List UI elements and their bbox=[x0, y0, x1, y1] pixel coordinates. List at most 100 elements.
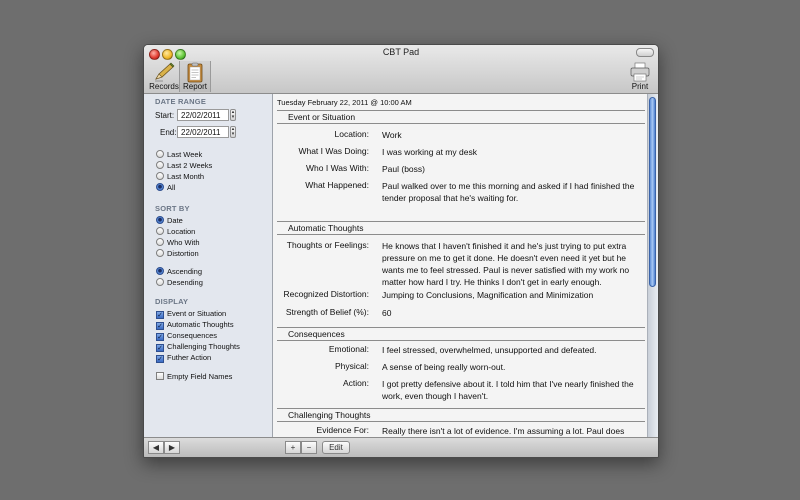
divider bbox=[277, 340, 645, 341]
plus-icon: + bbox=[290, 443, 296, 452]
add-record-button[interactable]: + bbox=[285, 441, 301, 454]
checkbox-icon bbox=[156, 372, 164, 380]
print-button[interactable]: Print bbox=[624, 61, 656, 92]
emotional-label: Emotional: bbox=[328, 344, 369, 354]
report-label: Report bbox=[182, 82, 207, 91]
action-value: I got pretty defensive about it. I told … bbox=[382, 379, 634, 401]
report-button[interactable]: Report bbox=[179, 61, 211, 92]
arrow-right-icon: ▶ bbox=[168, 443, 176, 452]
distortion-label: Recognized Distortion: bbox=[283, 289, 369, 299]
window-title: CBT Pad bbox=[382, 47, 420, 57]
divider bbox=[277, 123, 645, 124]
location-value: Work bbox=[382, 130, 402, 140]
divider bbox=[277, 110, 645, 111]
arrow-left-icon: ◀ bbox=[152, 443, 160, 452]
order-descending-radio[interactable]: Desending bbox=[156, 277, 203, 288]
radio-icon bbox=[156, 150, 164, 158]
scrollbar-thumb[interactable] bbox=[649, 97, 656, 287]
title-bar: CBT Pad Records Report Print bbox=[144, 45, 658, 94]
next-record-button[interactable]: ▶ bbox=[164, 441, 180, 454]
sort-location-radio[interactable]: Location bbox=[156, 226, 195, 237]
start-date-stepper[interactable]: ▴ ▾ bbox=[230, 109, 236, 121]
radio-selected-icon bbox=[156, 267, 164, 275]
empty-field-names-checkbox[interactable]: Empty Field Names bbox=[156, 371, 232, 382]
action-label: Action: bbox=[343, 378, 369, 388]
display-consequences-checkbox[interactable]: ✓ Consequences bbox=[156, 330, 217, 341]
sort-date-radio[interactable]: Date bbox=[156, 215, 183, 226]
records-label: Records bbox=[149, 82, 179, 91]
checkmark-icon: ✓ bbox=[156, 333, 164, 341]
radio-icon bbox=[156, 278, 164, 286]
display-challenging-thoughts-checkbox[interactable]: ✓ Challenging Thoughts bbox=[156, 341, 240, 352]
sort-by-heading: SORT BY bbox=[155, 204, 190, 213]
automatic-thoughts-heading: Automatic Thoughts bbox=[288, 223, 364, 233]
minus-icon: − bbox=[306, 443, 312, 452]
physical-value: A sense of being really worn-out. bbox=[382, 362, 506, 372]
bottom-bar: ◀ ▶ + − Edit bbox=[144, 437, 658, 457]
checkmark-icon: ✓ bbox=[156, 322, 164, 330]
radio-icon bbox=[156, 227, 164, 235]
radio-selected-icon bbox=[156, 216, 164, 224]
app-window: CBT Pad Records Report Print DATE RANGE … bbox=[143, 44, 659, 458]
order-ascending-radio[interactable]: Ascending bbox=[156, 266, 202, 277]
previous-record-button[interactable]: ◀ bbox=[148, 441, 164, 454]
thoughts-value: He knows that I haven't finished it and … bbox=[382, 241, 630, 287]
what-happened-value: Paul walked over to me this morning and … bbox=[382, 181, 635, 203]
end-date-field[interactable]: 22/02/2011 bbox=[177, 126, 229, 138]
what-doing-label: What I Was Doing: bbox=[298, 146, 369, 156]
divider bbox=[277, 221, 645, 222]
vertical-scrollbar[interactable] bbox=[647, 94, 658, 437]
challenging-thoughts-heading: Challenging Thoughts bbox=[288, 410, 371, 420]
location-label: Location: bbox=[334, 129, 370, 139]
belief-strength-value: 60 bbox=[382, 308, 392, 318]
record-date: Tuesday February 22, 2011 @ 10:00 AM bbox=[277, 98, 412, 107]
display-heading: DISPLAY bbox=[155, 297, 189, 306]
radio-icon bbox=[156, 238, 164, 246]
divider bbox=[277, 421, 645, 422]
range-last-2-weeks-radio[interactable]: Last 2 Weeks bbox=[156, 160, 212, 171]
sort-who-with-radio[interactable]: Who With bbox=[156, 237, 200, 248]
who-with-label: Who I Was With: bbox=[306, 163, 369, 173]
divider bbox=[277, 408, 645, 409]
physical-label: Physical: bbox=[334, 361, 369, 371]
toolbar-toggle-button[interactable] bbox=[636, 48, 654, 57]
date-range-heading: DATE RANGE bbox=[155, 97, 207, 106]
range-last-week-radio[interactable]: Last Week bbox=[156, 149, 202, 160]
remove-record-button[interactable]: − bbox=[301, 441, 317, 454]
range-last-month-radio[interactable]: Last Month bbox=[156, 171, 204, 182]
divider bbox=[277, 327, 645, 328]
checkmark-icon: ✓ bbox=[156, 344, 164, 352]
radio-icon bbox=[156, 249, 164, 257]
radio-icon bbox=[156, 172, 164, 180]
distortion-value: Jumping to Conclusions, Magnification an… bbox=[382, 290, 594, 300]
what-doing-value: I was working at my desk bbox=[382, 147, 477, 157]
records-button[interactable]: Records bbox=[148, 61, 180, 92]
start-label: Start: bbox=[155, 111, 175, 120]
print-label: Print bbox=[631, 82, 649, 91]
pencil-icon bbox=[155, 62, 175, 82]
clipboard-icon bbox=[187, 62, 203, 83]
record-view: Tuesday February 22, 2011 @ 10:00 AM Eve… bbox=[273, 94, 658, 437]
end-label: End: bbox=[160, 128, 177, 137]
checkmark-icon: ✓ bbox=[156, 355, 164, 363]
evidence-for-value: Really there isn't a lot of evidence. I'… bbox=[382, 426, 625, 436]
divider bbox=[277, 234, 645, 235]
sort-distortion-radio[interactable]: Distortion bbox=[156, 248, 199, 259]
who-with-value: Paul (boss) bbox=[382, 164, 425, 174]
event-heading: Event or Situation bbox=[288, 112, 356, 122]
emotional-value: I feel stressed, overwhelmed, unsupporte… bbox=[382, 345, 597, 355]
radio-selected-icon bbox=[156, 183, 164, 191]
display-event-checkbox[interactable]: ✓ Event or Situation bbox=[156, 308, 226, 319]
display-automatic-thoughts-checkbox[interactable]: ✓ Automatic Thoughts bbox=[156, 319, 234, 330]
display-further-action-checkbox[interactable]: ✓ Futher Action bbox=[156, 352, 211, 363]
edit-button[interactable]: Edit bbox=[322, 441, 350, 454]
belief-strength-label: Strength of Belief (%): bbox=[285, 307, 369, 317]
consequences-heading: Consequences bbox=[288, 329, 345, 339]
thoughts-label: Thoughts or Feelings: bbox=[286, 240, 369, 250]
end-date-stepper[interactable]: ▴ ▾ bbox=[230, 126, 236, 138]
start-date-field[interactable]: 22/02/2011 bbox=[177, 109, 229, 121]
evidence-for-label: Evidence For: bbox=[316, 425, 369, 435]
checkmark-icon: ✓ bbox=[156, 311, 164, 319]
range-all-radio[interactable]: All bbox=[156, 182, 175, 193]
radio-icon bbox=[156, 161, 164, 169]
